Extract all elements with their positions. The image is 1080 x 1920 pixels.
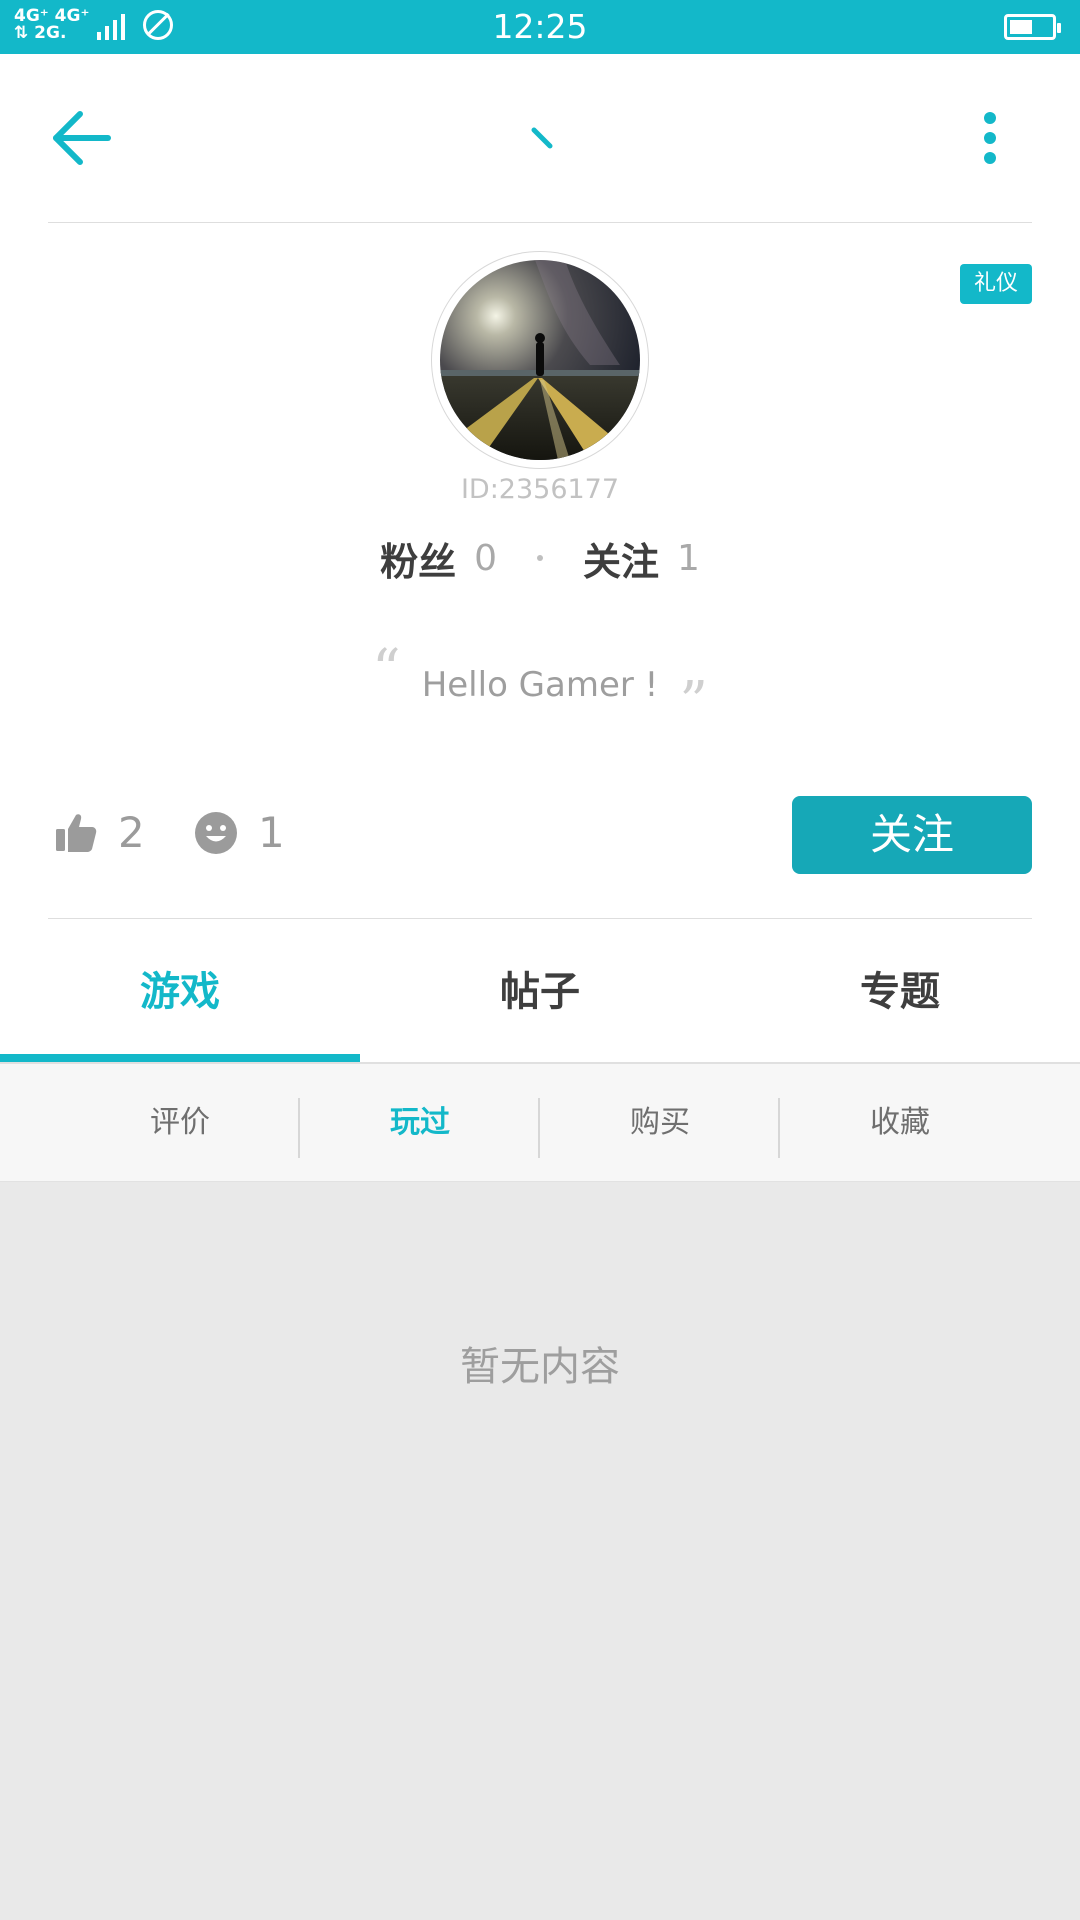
following-count[interactable]: 1: [677, 538, 700, 579]
battery-icon: [1004, 14, 1061, 40]
header-title: [530, 126, 554, 150]
arrow-left-icon: [53, 111, 111, 165]
thumbs-up-icon: [56, 813, 97, 852]
open-quote-icon: “: [371, 638, 401, 703]
avatar-image: [440, 260, 640, 460]
user-id: ID:2356177: [460, 474, 620, 505]
tab-bar: 游戏 帖子 专题: [0, 930, 1080, 1050]
smile-icon: [195, 811, 237, 854]
title-glyph: [531, 127, 553, 149]
etiquette-badge[interactable]: 礼仪: [960, 264, 1032, 304]
smile-button[interactable]: 1: [194, 808, 285, 857]
bio-text: Hello Gamer !: [421, 664, 659, 705]
close-quote-icon: ”: [679, 670, 709, 735]
status-time: 12:25: [492, 7, 588, 46]
status-bar: 4G⁺ 4G⁺ ⇅ 2G. 12:25: [0, 0, 1080, 54]
fans-count[interactable]: 0: [474, 538, 497, 579]
subtab-reviews[interactable]: 评价: [60, 1064, 300, 1182]
tab-topics[interactable]: 专题: [720, 930, 1080, 1050]
subtab-favorites[interactable]: 收藏: [780, 1064, 1020, 1182]
more-vertical-icon: [984, 112, 996, 164]
follow-button[interactable]: 关注: [792, 796, 1032, 874]
header-divider: [48, 222, 1032, 223]
subtab-played[interactable]: 玩过: [300, 1064, 540, 1182]
fans-label[interactable]: 粉丝: [380, 531, 456, 586]
like-button[interactable]: 2: [54, 808, 145, 857]
like-count: 2: [118, 808, 145, 857]
battery-level: [1010, 20, 1032, 34]
tab-games[interactable]: 游戏: [0, 930, 360, 1050]
more-button[interactable]: [972, 108, 1008, 172]
tab-indicator: [0, 1054, 360, 1062]
empty-state-text: 暂无内容: [460, 1344, 620, 1390]
tab-posts[interactable]: 帖子: [360, 930, 720, 1050]
subtab-purchased[interactable]: 购买: [540, 1064, 780, 1182]
back-button[interactable]: [48, 106, 118, 170]
separator-dot: [537, 555, 543, 561]
smile-count: 1: [258, 808, 285, 857]
avatar-night-road-photo: [440, 260, 640, 460]
follow-stats: 粉丝 0 关注 1: [0, 530, 1080, 586]
following-label[interactable]: 关注: [583, 531, 659, 586]
actions-divider: [48, 918, 1032, 919]
bio: “ Hello Gamer ! ”: [0, 638, 1080, 735]
avatar[interactable]: [432, 252, 648, 468]
subtab-bar: 评价 玩过 购买 收藏: [0, 1064, 1080, 1182]
